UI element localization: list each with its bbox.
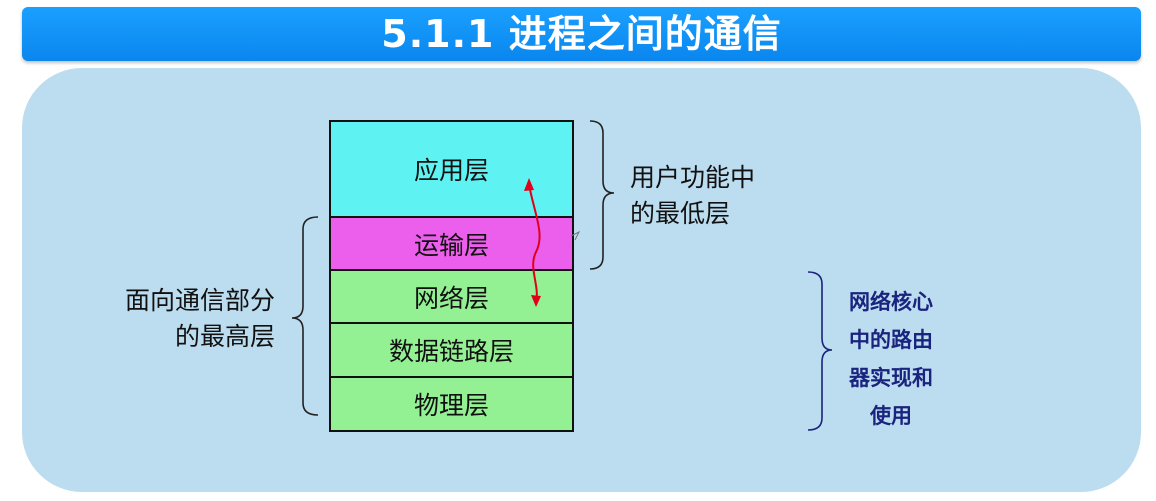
layer-network-label: 网络层	[413, 283, 489, 313]
layer-application-label: 应用层	[413, 156, 489, 185]
communication-line-1: 面向通信部分	[124, 286, 275, 315]
layer-transport: 运输层	[329, 216, 574, 271]
layer-network: 网络层	[329, 269, 574, 324]
user-function-line-1: 用户功能中	[630, 163, 756, 192]
slide-title: 5.1.1 进程之间的通信	[381, 12, 782, 56]
layer-physical-label: 物理层	[413, 391, 489, 420]
title-bar: 5.1.1 进程之间的通信	[22, 7, 1141, 61]
layer-datalink-label: 数据链路层	[388, 337, 514, 366]
router-label: 网络核心 中的路由 器实现和 使用	[833, 283, 949, 435]
router-line-2: 中的路由	[849, 328, 933, 352]
communication-label: 面向通信部分 的最高层	[100, 283, 275, 355]
router-line-3: 器实现和	[849, 366, 933, 390]
layer-application: 应用层	[329, 120, 574, 218]
user-function-label: 用户功能中 的最低层	[630, 160, 755, 232]
layer-transport-label: 运输层	[413, 230, 489, 260]
router-line-1: 网络核心	[849, 290, 933, 314]
communication-line-2: 的最高层	[174, 322, 275, 351]
content-panel	[22, 68, 1141, 492]
router-line-4: 使用	[870, 404, 912, 428]
layer-physical: 物理层	[329, 376, 574, 432]
layer-datalink: 数据链路层	[329, 322, 574, 378]
user-function-line-2: 的最低层	[630, 199, 731, 228]
